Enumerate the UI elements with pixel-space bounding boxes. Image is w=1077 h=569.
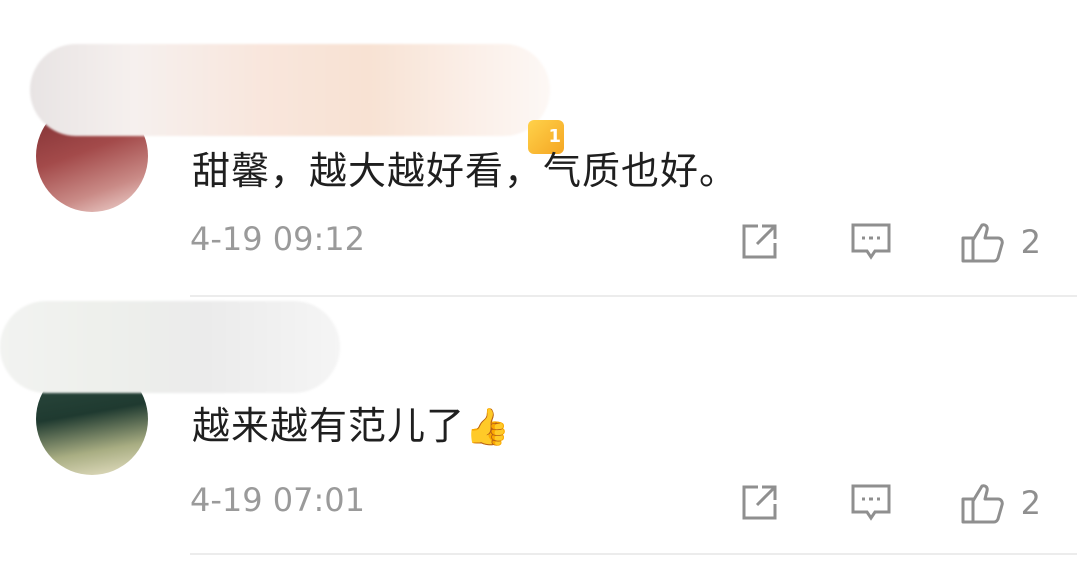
comment-text: 甜馨，越大越好看，气质也好。 xyxy=(192,149,739,193)
comment-item: 越来越有范儿了👍 4-19 07:01 2 xyxy=(0,297,1077,569)
thumbs-up-icon xyxy=(961,484,1004,524)
username-blurred[interactable] xyxy=(30,44,550,136)
comment-item: 1 甜馨，越大越好看，气质也好。 4-19 09:12 2 xyxy=(0,40,1077,297)
comment-icon xyxy=(851,223,891,260)
comment-icon xyxy=(851,484,891,521)
reply-button[interactable] xyxy=(847,479,895,527)
reply-button[interactable] xyxy=(847,218,895,266)
divider xyxy=(190,553,1077,555)
like-button[interactable] xyxy=(959,479,1007,527)
username-blurred[interactable] xyxy=(0,301,340,393)
thumbs-up-icon xyxy=(961,223,1004,263)
comment-time: 4-19 07:01 xyxy=(190,481,366,519)
share-icon xyxy=(742,224,777,259)
comment-text: 越来越有范儿了👍 xyxy=(192,395,511,450)
like-count: 2 xyxy=(1020,223,1041,261)
share-icon xyxy=(742,485,777,520)
comment-actions: 2 xyxy=(671,218,1041,266)
share-button[interactable] xyxy=(735,479,783,527)
comment-text-body: 越来越有范儿了 xyxy=(192,404,466,448)
comment-actions: 2 xyxy=(671,479,1041,527)
thumbs-up-emoji-icon: 👍 xyxy=(465,407,511,448)
like-count: 2 xyxy=(1020,484,1041,522)
comment-time: 4-19 09:12 xyxy=(190,220,366,258)
share-button[interactable] xyxy=(735,218,783,266)
like-button[interactable] xyxy=(959,218,1007,266)
